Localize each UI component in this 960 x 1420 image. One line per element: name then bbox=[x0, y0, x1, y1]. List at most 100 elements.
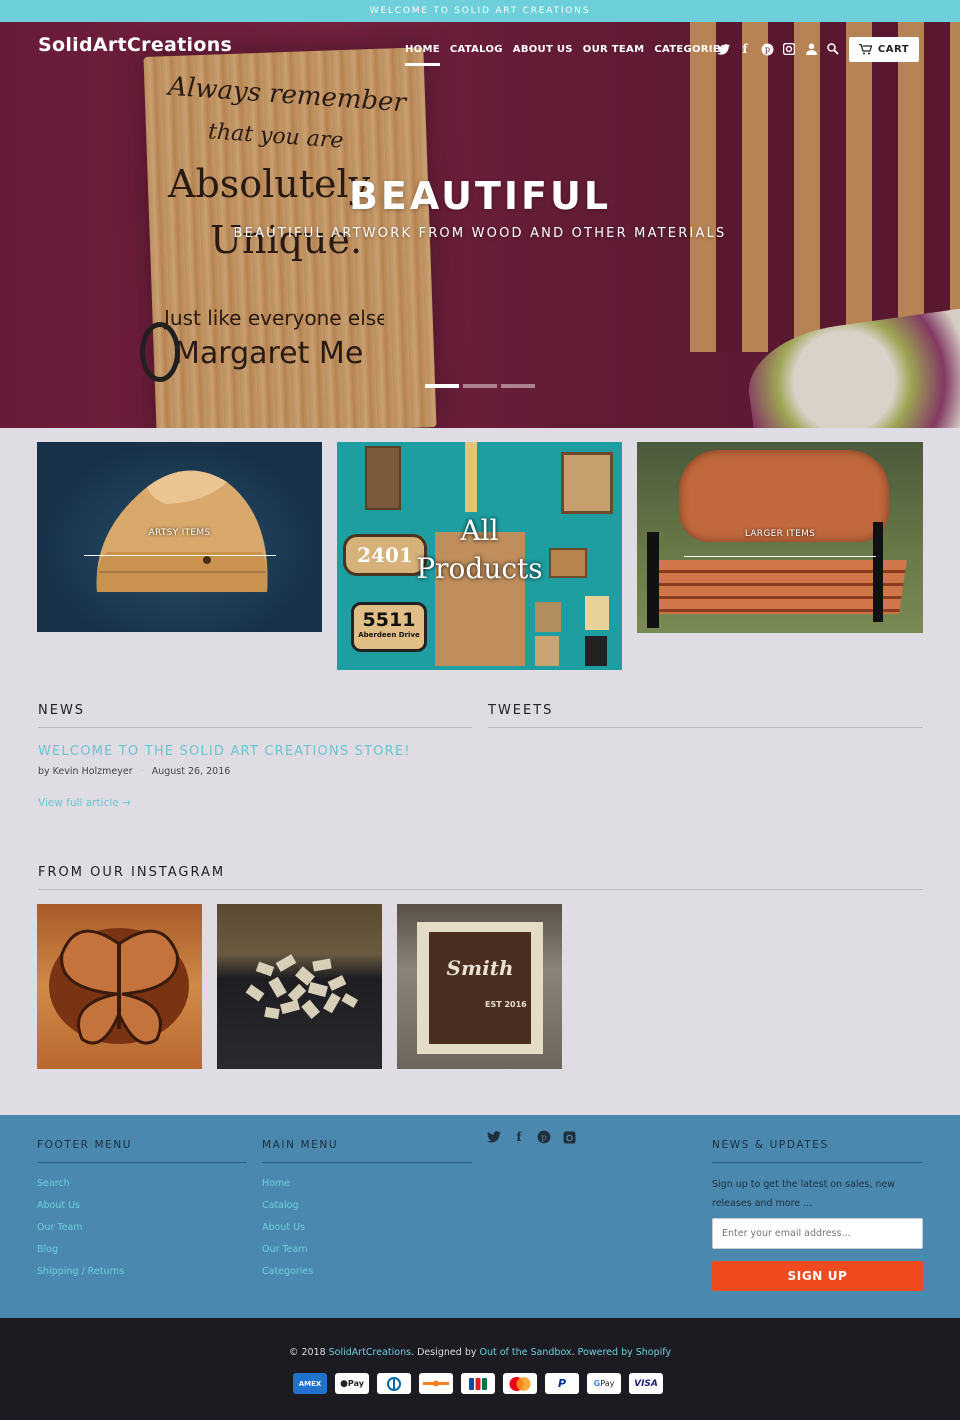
article-title-link[interactable]: WELCOME TO THE SOLID ART CREATIONS STORE… bbox=[38, 744, 411, 759]
ruler-image bbox=[465, 442, 477, 512]
facebook-icon[interactable]: f bbox=[512, 1130, 526, 1144]
twitter-icon[interactable] bbox=[487, 1130, 501, 1144]
collection-label: LARGER ITEMS bbox=[744, 529, 816, 539]
payment-icons: AMEX ● Pay P G Pay VISA bbox=[293, 1373, 663, 1394]
visa-icon: VISA bbox=[629, 1373, 663, 1394]
collection-artsy-items[interactable]: ARTSY ITEMS bbox=[37, 442, 322, 632]
article-meta: by Kevin Holzmeyer · August 26, 2016 bbox=[38, 766, 230, 777]
footer-link-search[interactable]: Search bbox=[37, 1178, 70, 1189]
footer-link-shipping-returns[interactable]: Shipping / Returns bbox=[37, 1266, 124, 1277]
product-thumb bbox=[561, 452, 613, 514]
plaque-est: EST 2016 bbox=[485, 1000, 527, 1009]
product-thumb bbox=[585, 636, 607, 666]
collection-all-products[interactable]: 2401 5511 Aberdeen Drive All Products bbox=[337, 442, 622, 670]
collection-underline bbox=[84, 555, 276, 556]
instagram-rule bbox=[38, 889, 923, 890]
product-thumb bbox=[585, 596, 609, 630]
smith-plaque-image bbox=[429, 932, 531, 1044]
designer-link[interactable]: Out of the Sandbox bbox=[480, 1347, 572, 1358]
nav-our-team[interactable]: OUR TEAM bbox=[583, 44, 645, 66]
tweets-heading: TWEETS bbox=[488, 703, 554, 718]
nav-about-us[interactable]: ABOUT US bbox=[513, 44, 573, 66]
news-heading: NEWS bbox=[38, 703, 86, 718]
slide-dot[interactable] bbox=[501, 384, 535, 388]
google-g-icon: G bbox=[593, 1379, 601, 1388]
main-menu-link-catalog[interactable]: Catalog bbox=[262, 1200, 298, 1211]
plaque-street: Aberdeen Drive bbox=[358, 631, 420, 639]
news-rule bbox=[38, 727, 472, 728]
main-menu-link-about-us[interactable]: About Us bbox=[262, 1222, 305, 1233]
plaque-number: 5511 bbox=[362, 609, 416, 631]
pinterest-icon[interactable]: p bbox=[537, 1130, 551, 1144]
mastercard-icon bbox=[503, 1373, 537, 1394]
main-menu-heading: MAIN MENU bbox=[262, 1139, 339, 1151]
diners-club-icon bbox=[377, 1373, 411, 1394]
nav-home[interactable]: HOME bbox=[405, 44, 440, 66]
collection-title-line-2: Products bbox=[416, 552, 543, 585]
search-icon[interactable] bbox=[826, 42, 840, 56]
product-thumb bbox=[365, 446, 401, 510]
main-nav: HOME CATALOG ABOUT US OUR TEAM CATEGORIE… bbox=[405, 44, 727, 66]
newsletter-text: Sign up to get the latest on sales, new … bbox=[712, 1179, 896, 1209]
tweets-rule bbox=[488, 727, 923, 728]
twitter-icon[interactable] bbox=[716, 42, 730, 56]
apple-pay-icon: ● Pay bbox=[335, 1373, 369, 1394]
slide-dot[interactable] bbox=[425, 384, 459, 388]
header-icons: f p bbox=[716, 42, 840, 56]
collection-larger-items[interactable]: LARGER ITEMS bbox=[637, 442, 923, 633]
cart-icon bbox=[858, 44, 872, 55]
instagram-photo[interactable]: Smith EST 2016 bbox=[397, 904, 562, 1069]
copyright-prefix: © 2018 bbox=[288, 1347, 329, 1358]
plaque-5511: 5511 Aberdeen Drive bbox=[351, 602, 427, 652]
main-menu-link-home[interactable]: Home bbox=[262, 1178, 290, 1189]
footer-social-icons: f p bbox=[487, 1130, 576, 1144]
footer-link-about-us[interactable]: About Us bbox=[37, 1200, 80, 1211]
article-author: by Kevin Holzmeyer bbox=[38, 766, 133, 777]
view-article-link[interactable]: View full article → bbox=[38, 797, 131, 809]
instagram-icon[interactable] bbox=[782, 42, 796, 56]
sign-up-button[interactable]: SIGN UP bbox=[712, 1261, 923, 1291]
main-menu-rule bbox=[262, 1162, 472, 1163]
footer-link-blog[interactable]: Blog bbox=[37, 1244, 58, 1255]
discover-icon bbox=[419, 1373, 453, 1394]
main-menu-link-categories[interactable]: Categories bbox=[262, 1266, 313, 1277]
amex-icon: AMEX bbox=[293, 1373, 327, 1394]
instagram-icon[interactable] bbox=[562, 1130, 576, 1144]
google-pay-label: Pay bbox=[600, 1379, 615, 1388]
powered-by-link[interactable]: Powered by Shopify bbox=[578, 1347, 671, 1358]
bench-seat-image bbox=[647, 560, 907, 614]
facebook-icon[interactable]: f bbox=[738, 42, 752, 56]
brand-link[interactable]: SolidArtCreations bbox=[329, 1347, 411, 1358]
apple-glyph-icon: ● bbox=[340, 1378, 348, 1389]
product-thumb bbox=[535, 602, 561, 632]
footer-menu-rule bbox=[37, 1162, 247, 1163]
plaque-name: Smith bbox=[446, 956, 514, 980]
hero-subtitle: BEAUTIFUL ARTWORK FROM WOOD AND OTHER MA… bbox=[233, 226, 727, 241]
instagram-heading: FROM OUR INSTAGRAM bbox=[38, 865, 226, 880]
instagram-photo[interactable] bbox=[37, 904, 202, 1069]
cart-button[interactable]: CART bbox=[849, 37, 919, 62]
butterfly-bowl-image bbox=[49, 928, 189, 1045]
announcement-bar: WELCOME TO SOLID ART CREATIONS bbox=[0, 0, 960, 22]
slide-dot[interactable] bbox=[463, 384, 497, 388]
nav-catalog[interactable]: CATALOG bbox=[450, 44, 503, 66]
pinterest-icon[interactable]: p bbox=[760, 42, 774, 56]
google-pay-icon: G Pay bbox=[587, 1373, 621, 1394]
product-thumb bbox=[535, 636, 559, 666]
email-field[interactable] bbox=[712, 1218, 923, 1249]
bench-frame-image bbox=[647, 532, 659, 628]
hero-slideshow[interactable]: Always remember that you are Absolutely … bbox=[0, 22, 960, 428]
instagram-photo[interactable] bbox=[217, 904, 382, 1069]
site-logo[interactable]: SolidArtCreations bbox=[38, 34, 232, 56]
hero-title: BEAUTIFUL bbox=[348, 174, 612, 218]
account-icon[interactable] bbox=[804, 42, 818, 56]
newsletter-rule bbox=[712, 1162, 923, 1163]
svg-text:p: p bbox=[764, 44, 769, 54]
footer-menu-heading: FOOTER MENU bbox=[37, 1139, 133, 1151]
footer-link-our-team[interactable]: Our Team bbox=[37, 1222, 83, 1233]
main-menu-link-our-team[interactable]: Our Team bbox=[262, 1244, 308, 1255]
collection-title-line-1: All bbox=[460, 514, 499, 547]
collection-label: ARTSY ITEMS bbox=[148, 528, 211, 538]
apple-pay-label: Pay bbox=[347, 1379, 364, 1388]
slideshow-dots bbox=[425, 384, 535, 388]
